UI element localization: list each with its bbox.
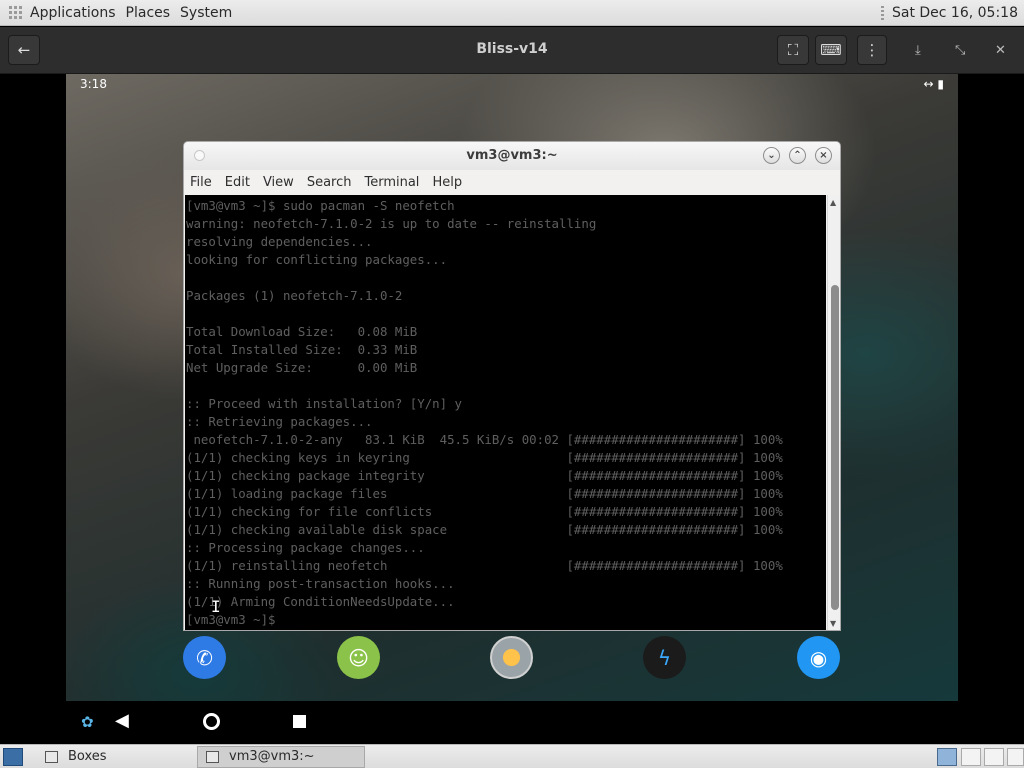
camera-icon: ◉ — [809, 645, 828, 670]
terminal-window-icon — [206, 750, 219, 763]
applications-grid-icon[interactable] — [9, 6, 22, 19]
nav-home-icon[interactable] — [203, 713, 220, 730]
terminal-titlebar[interactable]: vm3@vm3:~ ⌄ ⌃ × — [184, 142, 840, 170]
workspace-1[interactable] — [937, 748, 957, 766]
applications-menu[interactable]: Applications — [30, 5, 116, 21]
top-panel: Applications Places System Sat Dec 16, 0… — [0, 0, 1024, 26]
terminal-output-text: [vm3@vm3 ~]$ sudo pacman -S neofetch war… — [186, 198, 783, 627]
bottom-panel: Boxes vm3@vm3:~ — [0, 744, 1024, 768]
scrollbar-thumb[interactable] — [831, 285, 839, 610]
taskbar-item-label: Boxes — [68, 749, 107, 764]
boxes-window-icon — [45, 750, 58, 763]
browser-app-icon[interactable] — [490, 636, 533, 679]
terminal-window[interactable]: vm3@vm3:~ ⌄ ⌃ × File Edit View Search Te… — [183, 141, 841, 631]
text-cursor-icon: I — [211, 597, 221, 616]
android-navigation-bar: ✿ ◀ — [66, 701, 958, 743]
panel-handle-icon — [880, 5, 884, 20]
window-close-button[interactable]: × — [815, 147, 832, 164]
close-icon[interactable]: ✕ — [995, 43, 1006, 58]
keyboard-icon: ⌨ — [820, 41, 842, 59]
keyboard-button[interactable]: ⌨ — [815, 35, 847, 65]
menu-help[interactable]: Help — [432, 175, 462, 190]
phone-app-icon[interactable]: ✆ — [183, 636, 226, 679]
lightning-icon: ϟ — [657, 645, 672, 670]
menu-terminal[interactable]: Terminal — [364, 175, 419, 190]
download-icon[interactable]: ⤓ — [915, 43, 921, 58]
taskbar-item-terminal[interactable]: vm3@vm3:~ — [197, 745, 365, 768]
menu-file[interactable]: File — [190, 175, 212, 190]
phone-icon: ✆ — [196, 645, 213, 670]
taskbar-item-label: vm3@vm3:~ — [229, 749, 315, 764]
scroll-down-icon[interactable]: ▼ — [830, 619, 836, 628]
storm-app-icon[interactable]: ϟ — [643, 636, 686, 679]
terminal-output-area[interactable]: [vm3@vm3 ~]$ sudo pacman -S neofetch war… — [185, 195, 826, 630]
system-menu[interactable]: System — [180, 5, 232, 21]
fullscreen-icon: ⛶ — [787, 41, 799, 59]
android-status-icons: ↔ ▮ — [923, 77, 944, 91]
terminal-scrollbar[interactable]: ▲ ▼ — [827, 195, 840, 630]
workspace-2[interactable] — [961, 748, 981, 766]
boxes-header-bar: ← Bliss-v14 ⛶ ⌨ ⋮ ⤓ ⤡ ✕ — [0, 27, 1024, 74]
menu-button[interactable]: ⋮ — [857, 35, 887, 65]
minimize-button[interactable]: ⌄ — [763, 147, 780, 164]
android-status-time: 3:18 — [80, 77, 107, 91]
menu-search[interactable]: Search — [307, 175, 352, 190]
terminal-title: vm3@vm3:~ — [466, 148, 558, 163]
taskbar-item-boxes[interactable]: Boxes — [37, 746, 197, 768]
lotus-icon[interactable]: ✿ — [81, 713, 94, 731]
panel-clock[interactable]: Sat Dec 16, 05:18 — [892, 5, 1018, 21]
unmaximize-icon[interactable]: ⤡ — [955, 43, 965, 58]
menu-edit[interactable]: Edit — [225, 175, 250, 190]
workspace-4[interactable] — [1007, 748, 1024, 766]
window-menu-icon[interactable] — [194, 150, 205, 161]
kebab-menu-icon: ⋮ — [864, 41, 880, 59]
messages-icon: ☺ — [348, 645, 369, 670]
fullscreen-button[interactable]: ⛶ — [777, 35, 809, 65]
camera-app-icon[interactable]: ◉ — [797, 636, 840, 679]
scroll-up-icon[interactable]: ▲ — [830, 198, 836, 207]
workspace-3[interactable] — [984, 748, 1004, 766]
nav-recents-icon[interactable] — [293, 715, 306, 728]
places-menu[interactable]: Places — [126, 5, 171, 21]
messages-app-icon[interactable]: ☺ — [337, 636, 380, 679]
terminal-menubar: File Edit View Search Terminal Help — [184, 170, 840, 195]
maximize-button[interactable]: ⌃ — [789, 147, 806, 164]
show-desktop-button[interactable] — [3, 747, 23, 766]
nav-back-icon[interactable]: ◀ — [115, 710, 129, 731]
menu-view[interactable]: View — [263, 175, 294, 190]
